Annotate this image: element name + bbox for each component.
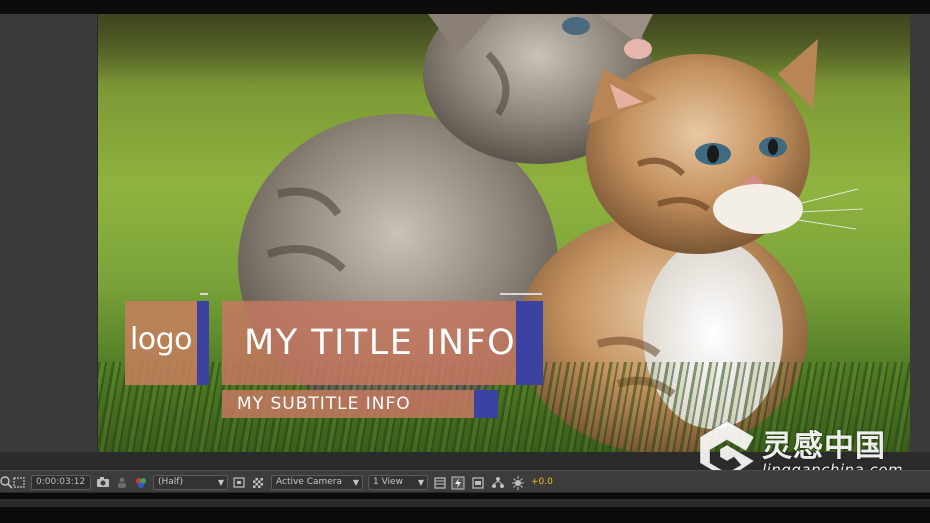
bottom-strip [0, 493, 930, 523]
color-channels-icon[interactable] [134, 475, 148, 490]
camera-snapshot-icon[interactable] [96, 475, 110, 490]
layout-icon[interactable] [433, 475, 447, 490]
camera-value: Active Camera [276, 477, 343, 487]
logo-text: logo [129, 322, 193, 357]
transparency-grid-icon[interactable] [251, 475, 265, 490]
title-accent-bar [516, 301, 543, 385]
title-text: MY TITLE INFO [244, 323, 517, 363]
title-tick-mark [500, 293, 542, 295]
top-strip [0, 0, 930, 14]
resolution-value: (Half) [158, 477, 183, 487]
toggle-mask-icon[interactable] [232, 475, 246, 490]
fast-preview-icon[interactable] [451, 475, 465, 490]
subtitle-accent-bar [474, 390, 498, 418]
show-snapshot-icon[interactable] [115, 475, 129, 490]
camera-dropdown[interactable]: Active Camera ▼ [271, 475, 363, 490]
exposure-icon[interactable] [511, 475, 525, 490]
after-effects-window: logo MY TITLE INFO MY SUBTITLE INFO 灵感中国… [0, 0, 930, 523]
views-dropdown[interactable]: 1 View ▼ [368, 475, 428, 490]
pasteboard-left [0, 14, 97, 452]
viewer-toolbar: 0:00:03:12 (Half) ▼ Active Camera ▼ 1 Vi… [0, 470, 930, 493]
composition-viewer[interactable] [98, 14, 910, 452]
resolution-dropdown[interactable]: (Half) ▼ [153, 475, 228, 490]
timeline-icon[interactable] [471, 475, 485, 490]
pasteboard-right [910, 14, 930, 452]
bottom-panel-edge [0, 499, 930, 507]
flowchart-icon[interactable] [491, 475, 505, 490]
views-value: 1 View [373, 477, 403, 487]
chevron-down-icon: ▼ [352, 478, 359, 487]
timecode-display[interactable]: 0:00:03:12 [31, 475, 91, 490]
subtitle-text: MY SUBTITLE INFO [237, 394, 411, 414]
exposure-value[interactable]: +0.0 [531, 475, 553, 490]
chevron-down-icon: ▼ [217, 478, 224, 487]
watermark-chinese-text: 灵感中国 [762, 429, 886, 464]
region-of-interest-icon[interactable] [12, 475, 26, 490]
logo-accent-bar [197, 301, 209, 385]
chevron-down-icon: ▼ [417, 478, 424, 487]
logo-tick-mark [200, 293, 208, 295]
